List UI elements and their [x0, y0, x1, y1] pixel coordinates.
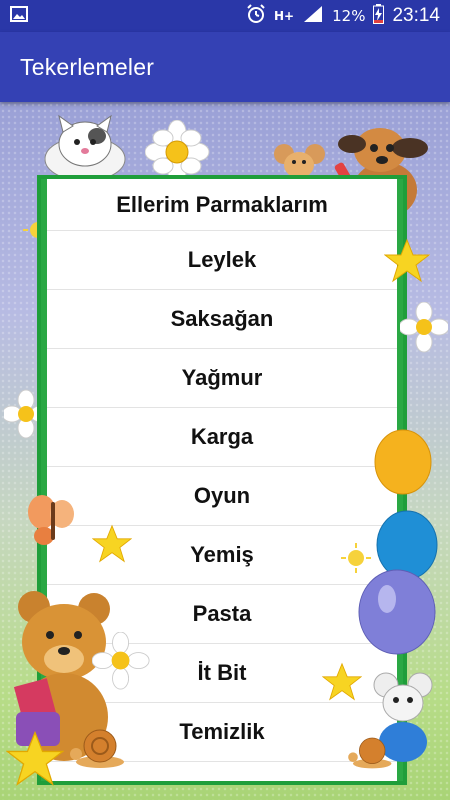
list-item-label: Karga: [190, 424, 254, 449]
list-item-label: Pasta: [192, 601, 252, 626]
gallery-icon: [10, 6, 28, 26]
app-bar: Tekerlemeler: [0, 32, 450, 102]
list-item-label: Yemiş: [190, 542, 254, 567]
status-time: 23:14: [392, 5, 440, 26]
star-bottom-illustration: [6, 730, 64, 786]
butterfly-illustration: [28, 495, 74, 545]
alarm-icon: [246, 4, 266, 28]
status-bar: H+ 12% 23:14: [0, 0, 450, 32]
sun-right-illustration: [341, 543, 371, 573]
list-item-label: Temizlik: [179, 719, 265, 744]
list-item[interactable]: Karga: [47, 408, 397, 467]
snail-right-illustration: [348, 737, 392, 769]
list-item[interactable]: Yağmur: [47, 349, 397, 408]
list-item-label: İt Bit: [197, 660, 247, 685]
list-item-label: Yağmur: [181, 365, 263, 390]
app-title: Tekerlemeler: [20, 53, 155, 80]
star-left-illustration: [92, 524, 132, 563]
list-item-label: Oyun: [193, 483, 251, 508]
list-item-label: Leylek: [187, 247, 257, 272]
list-item-label: Ellerim Parmaklarım: [116, 191, 328, 217]
list-item[interactable]: Leylek: [47, 231, 397, 290]
flower-bottom-illustration: [92, 632, 150, 690]
battery-icon: [373, 4, 385, 28]
snail-illustration: [70, 729, 124, 768]
star-illustration: [384, 238, 430, 283]
cat-illustration: [44, 114, 126, 182]
list-item[interactable]: Ellerim Parmaklarım: [47, 179, 397, 231]
network-type-label: H+: [274, 9, 295, 23]
list-item[interactable]: Oyun: [47, 467, 397, 526]
battery-percent: 12%: [332, 7, 366, 25]
signal-icon: [302, 5, 324, 27]
list-item-label: Saksağan: [170, 306, 274, 331]
mouse-illustration: [274, 144, 325, 178]
list-item[interactable]: Saksağan: [47, 290, 397, 349]
star-right-bottom-illustration: [322, 662, 362, 701]
daisy-right-illustration: [400, 302, 448, 353]
